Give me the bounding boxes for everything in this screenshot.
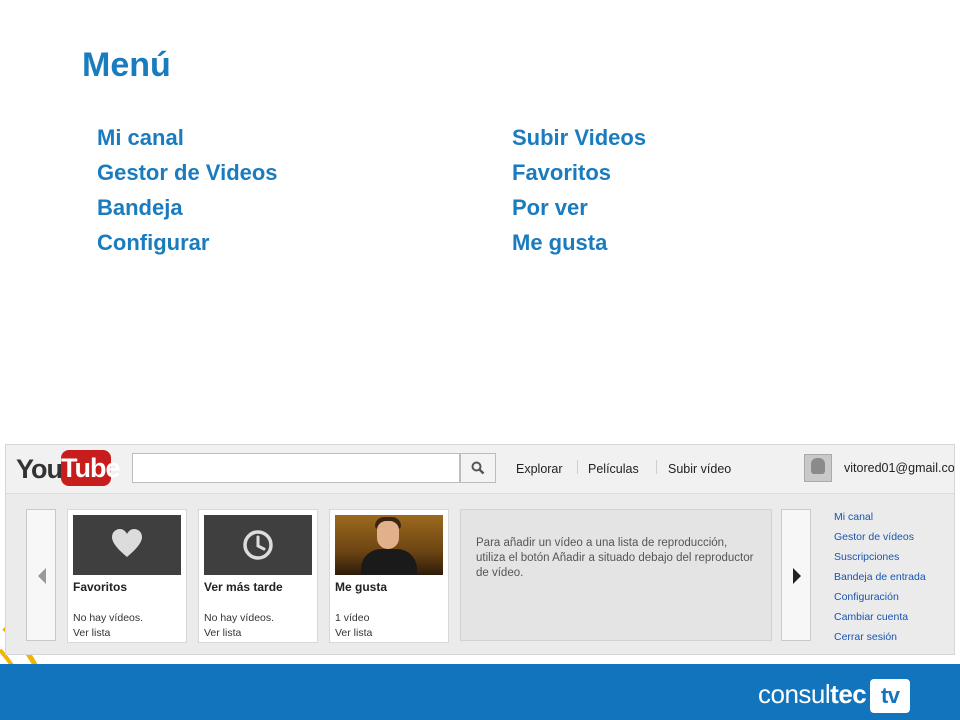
menu-item-favoritos: Favoritos <box>512 160 612 185</box>
nav-divider <box>656 460 657 474</box>
menu-item-configurar: Configurar <box>97 230 210 255</box>
slide-title: Menú <box>82 46 171 84</box>
avatar[interactable] <box>804 454 832 482</box>
search-input[interactable] <box>132 453 460 483</box>
heart-icon <box>112 529 142 557</box>
menu-item-me-gusta: Me gusta <box>512 230 608 255</box>
nav-divider <box>577 460 578 474</box>
playlist-count: 1 vídeo <box>335 612 370 624</box>
playlist-title: Favoritos <box>73 580 128 594</box>
ver-lista-link[interactable]: Ver lista <box>335 627 372 639</box>
arrow-right-icon <box>793 568 801 584</box>
nav-explorar[interactable]: Explorar <box>516 462 563 476</box>
menu-item-bandeja: Bandeja <box>97 195 183 220</box>
brand-light-text: consul <box>758 679 831 709</box>
video-thumbnail[interactable] <box>335 515 443 575</box>
account-menu-gestor-de-videos[interactable]: Gestor de vídeos <box>834 531 926 551</box>
logo-you-text: You <box>16 454 63 484</box>
youtube-screenshot: You Tube Explorar Películas Subir vídeo … <box>5 444 955 655</box>
nav-peliculas[interactable]: Películas <box>588 462 639 476</box>
account-email[interactable]: vitored01@gmail.co <box>844 461 954 475</box>
playlist-count: No hay vídeos. <box>73 612 144 624</box>
scroll-left-button[interactable] <box>26 509 56 641</box>
menu-column-left: Mi canal Gestor de Videos Bandeja Config… <box>97 124 278 264</box>
search-button[interactable] <box>460 453 496 483</box>
menu-item-subir-videos: Subir Videos <box>512 125 647 150</box>
scroll-right-button[interactable] <box>781 509 811 641</box>
ver-lista-link[interactable]: Ver lista <box>204 627 241 639</box>
clock-icon <box>243 530 273 560</box>
menu-item-por-ver: Por ver <box>512 195 588 220</box>
playlist-thumbnail <box>204 515 312 575</box>
playlist-help-box: Para añadir un vídeo a una lista de repr… <box>460 509 772 641</box>
account-menu-configuracion[interactable]: Configuración <box>834 591 926 611</box>
account-menu-cambiar-cuenta[interactable]: Cambiar cuenta <box>834 611 926 631</box>
account-menu: Mi canal Gestor de vídeos Suscripciones … <box>834 511 926 651</box>
playlist-thumbnail <box>73 515 181 575</box>
search-icon <box>471 461 485 475</box>
account-menu-bandeja-de-entrada[interactable]: Bandeja de entrada <box>834 571 926 591</box>
playlist-card-ver-mas-tarde[interactable]: Ver más tarde No hay vídeos. Ver lista <box>198 509 318 643</box>
logo-tube-text: Tube <box>61 450 121 486</box>
account-menu-cerrar-sesion[interactable]: Cerrar sesión <box>834 631 926 651</box>
arrow-left-icon <box>38 568 46 584</box>
youtube-header: You Tube Explorar Películas Subir vídeo … <box>6 445 954 494</box>
ver-lista-link[interactable]: Ver lista <box>73 627 110 639</box>
playlist-help-text: Para añadir un vídeo a una lista de repr… <box>476 537 754 579</box>
brand-tv-badge: tv <box>870 679 911 714</box>
brand-bold-text: tec <box>830 679 867 709</box>
account-menu-suscripciones[interactable]: Suscripciones <box>834 551 926 571</box>
playlist-title: Ver más tarde <box>204 580 283 594</box>
menu-column-right: Subir Videos Favoritos Por ver Me gusta <box>512 124 646 264</box>
playlist-card-favoritos[interactable]: Favoritos No hay vídeos. Ver lista <box>67 509 187 643</box>
menu-item-gestor-de-videos: Gestor de Videos <box>97 160 278 185</box>
consultec-logo: consultec tv <box>758 679 911 714</box>
account-menu-mi-canal[interactable]: Mi canal <box>834 511 926 531</box>
playlist-title: Me gusta <box>335 580 388 594</box>
playlist-card-me-gusta[interactable]: Me gusta 1 vídeo Ver lista <box>329 509 449 643</box>
menu-item-mi-canal: Mi canal <box>97 125 184 150</box>
nav-subir-video[interactable]: Subir vídeo <box>668 462 731 476</box>
playlist-count: No hay vídeos. <box>204 612 275 624</box>
